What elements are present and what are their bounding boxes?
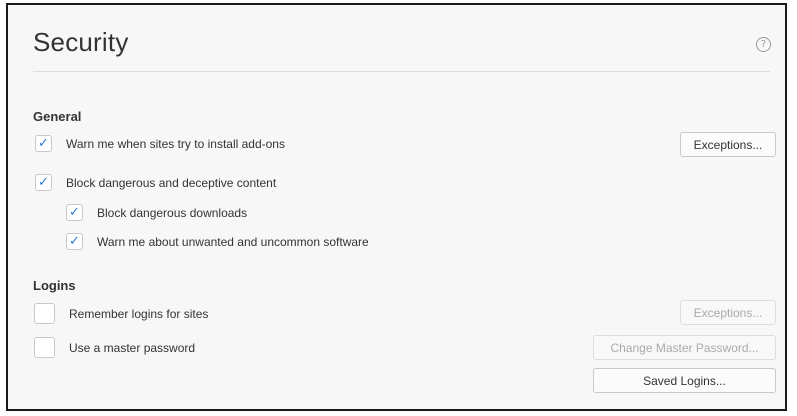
saved-logins-button[interactable]: Saved Logins... — [593, 368, 776, 393]
block-dangerous-row[interactable]: ✓ Block dangerous and deceptive content — [35, 174, 276, 191]
checkmark-icon: ✓ — [38, 136, 49, 151]
warn-addons-row[interactable]: ✓ Warn me when sites try to install add-… — [35, 135, 285, 152]
title-divider — [33, 71, 770, 72]
warn-unwanted-checkbox[interactable]: ✓ — [66, 233, 83, 250]
addons-exceptions-button[interactable]: Exceptions... — [680, 132, 776, 157]
security-preferences-panel: Security ? General ✓ Warn me when sites … — [6, 3, 787, 411]
block-dangerous-label: Block dangerous and deceptive content — [66, 175, 277, 190]
help-icon[interactable]: ? — [756, 37, 771, 52]
remember-logins-label: Remember logins for sites — [69, 306, 209, 321]
master-password-row[interactable]: Use a master password — [34, 337, 195, 358]
warn-addons-label: Warn me when sites try to install add-on… — [66, 136, 285, 151]
warn-addons-checkbox[interactable]: ✓ — [35, 135, 52, 152]
remember-logins-checkbox[interactable] — [34, 303, 55, 324]
change-master-password-button[interactable]: Change Master Password... — [593, 335, 776, 360]
master-password-label: Use a master password — [69, 340, 196, 355]
block-downloads-label: Block dangerous downloads — [97, 205, 248, 220]
section-heading-general: General — [33, 109, 82, 124]
block-downloads-row[interactable]: ✓ Block dangerous downloads — [66, 204, 247, 221]
section-heading-logins: Logins — [33, 278, 76, 293]
block-dangerous-checkbox[interactable]: ✓ — [35, 174, 52, 191]
warn-unwanted-label: Warn me about unwanted and uncommon soft… — [97, 234, 369, 249]
checkmark-icon: ✓ — [69, 205, 80, 220]
warn-unwanted-row[interactable]: ✓ Warn me about unwanted and uncommon so… — [66, 233, 369, 250]
block-downloads-checkbox[interactable]: ✓ — [66, 204, 83, 221]
checkmark-icon: ✓ — [38, 175, 49, 190]
page-title: Security — [33, 27, 129, 57]
checkmark-icon: ✓ — [69, 234, 80, 249]
remember-logins-row[interactable]: Remember logins for sites — [34, 303, 208, 324]
master-password-checkbox[interactable] — [34, 337, 55, 358]
logins-exceptions-button[interactable]: Exceptions... — [680, 300, 776, 325]
